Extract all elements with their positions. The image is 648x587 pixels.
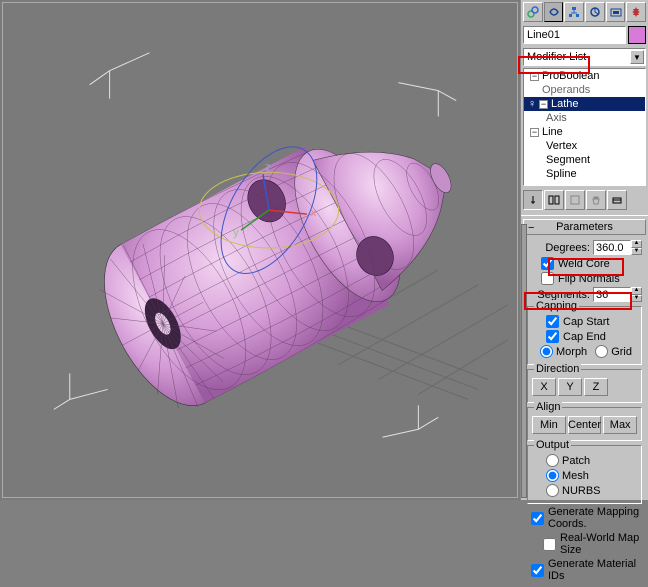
show-end-result-icon[interactable] xyxy=(544,190,564,210)
stack-sub-operands[interactable]: Operands xyxy=(524,83,645,97)
modifier-list-label: Modifier List xyxy=(527,51,586,63)
align-group: Align Min Center Max xyxy=(527,407,642,441)
object-name-field[interactable]: Line01 xyxy=(523,26,626,44)
gen-mapping-checkbox[interactable] xyxy=(531,512,544,525)
stack-item-proboolean[interactable]: − ProBoolean xyxy=(524,69,645,83)
cap-end-row: Cap End xyxy=(546,330,637,343)
make-unique-icon[interactable] xyxy=(565,190,585,210)
align-min-button[interactable]: Min xyxy=(532,416,566,434)
align-center-button[interactable]: Center xyxy=(568,416,602,434)
flip-normals-checkbox[interactable] xyxy=(541,272,554,285)
cap-end-checkbox[interactable] xyxy=(546,330,559,343)
pin-stack-icon[interactable] xyxy=(523,190,543,210)
collapse-icon[interactable]: − xyxy=(539,100,548,109)
hierarchy-tab-icon[interactable] xyxy=(564,2,584,22)
motion-tab-icon[interactable] xyxy=(585,2,605,22)
svg-text:z: z xyxy=(265,161,270,173)
spinner-up-icon[interactable]: ▲ xyxy=(631,240,642,248)
gen-matids-checkbox[interactable] xyxy=(531,564,544,577)
gen-mapping-row: Generate Mapping Coords. xyxy=(531,506,642,530)
gen-matids-row: Generate Material IDs xyxy=(531,558,642,582)
degrees-row: Degrees: ▲▼ xyxy=(527,240,642,255)
stack-sub-spline[interactable]: Spline xyxy=(524,167,645,181)
panel-scrollbar[interactable] xyxy=(521,224,527,498)
stack-item-line[interactable]: − Line xyxy=(524,125,645,139)
command-panel-tabs xyxy=(521,0,648,26)
cap-start-row: Cap Start xyxy=(546,315,637,328)
collapse-icon[interactable]: − xyxy=(530,128,539,137)
minus-icon: − xyxy=(528,221,534,235)
svg-text:x: x xyxy=(311,207,317,219)
flip-normals-row: Flip Normals xyxy=(541,272,642,285)
weld-core-row: Weld Core xyxy=(541,257,642,270)
nurbs-radio[interactable] xyxy=(546,484,559,497)
utilities-tab-icon[interactable] xyxy=(626,2,646,22)
direction-group: Direction X Y Z xyxy=(527,369,642,403)
cap-start-checkbox[interactable] xyxy=(546,315,559,328)
stack-sub-axis[interactable]: Axis xyxy=(524,111,645,125)
direction-z-button[interactable]: Z xyxy=(584,378,608,396)
display-tab-icon[interactable] xyxy=(606,2,626,22)
weld-core-checkbox[interactable] xyxy=(541,257,554,270)
spinner-up-icon[interactable]: ▲ xyxy=(631,287,642,295)
degrees-spinner[interactable]: ▲▼ xyxy=(593,240,642,255)
command-panel: Line01 Modifier List ▼ − ProBoolean Oper… xyxy=(520,0,648,500)
mesh-radio[interactable] xyxy=(546,469,559,482)
real-world-checkbox[interactable] xyxy=(543,538,556,551)
bulb-icon: ♀ xyxy=(528,98,536,110)
chevron-down-icon: ▼ xyxy=(630,50,644,64)
stack-toolbar xyxy=(521,188,648,212)
spinner-down-icon[interactable]: ▼ xyxy=(631,295,642,303)
capping-group: Capping Cap Start Cap End Morph Grid xyxy=(527,306,642,365)
grid-radio[interactable] xyxy=(595,345,608,358)
grid-radio-label[interactable]: Grid xyxy=(595,345,632,358)
modifier-list-dropdown[interactable]: Modifier List ▼ xyxy=(523,48,646,66)
morph-radio[interactable] xyxy=(540,345,553,358)
segments-input[interactable] xyxy=(593,287,631,302)
segments-spinner[interactable]: ▲▼ xyxy=(593,287,642,302)
patch-radio[interactable] xyxy=(546,454,559,467)
align-max-button[interactable]: Max xyxy=(603,416,637,434)
modify-tab-icon[interactable] xyxy=(544,2,564,22)
morph-radio-label[interactable]: Morph xyxy=(540,345,587,358)
configure-sets-icon[interactable] xyxy=(607,190,627,210)
direction-x-button[interactable]: X xyxy=(532,378,556,396)
object-color-swatch[interactable] xyxy=(628,26,646,44)
spinner-down-icon[interactable]: ▼ xyxy=(631,248,642,256)
parameters-rollout: − Parameters Degrees: ▲▼ Weld Core Flip … xyxy=(523,219,646,587)
real-world-row: Real-World Map Size xyxy=(543,532,642,556)
create-tab-icon[interactable] xyxy=(523,2,543,22)
viewport[interactable]: x z y xyxy=(0,0,520,500)
output-group: Output Patch Mesh NURBS xyxy=(527,445,642,504)
svg-text:y: y xyxy=(233,227,239,239)
stack-sub-vertex[interactable]: Vertex xyxy=(524,139,645,153)
direction-y-button[interactable]: Y xyxy=(558,378,582,396)
parameters-rollout-header[interactable]: − Parameters xyxy=(523,219,646,235)
model-3d: x z y xyxy=(10,10,508,490)
remove-modifier-icon[interactable] xyxy=(586,190,606,210)
stack-item-lathe[interactable]: ♀ − Lathe xyxy=(524,97,645,111)
collapse-icon[interactable]: − xyxy=(530,72,539,81)
stack-sub-segment[interactable]: Segment xyxy=(524,153,645,167)
degrees-input[interactable] xyxy=(593,240,631,255)
modifier-stack[interactable]: − ProBoolean Operands ♀ − Lathe Axis − L… xyxy=(523,68,646,186)
